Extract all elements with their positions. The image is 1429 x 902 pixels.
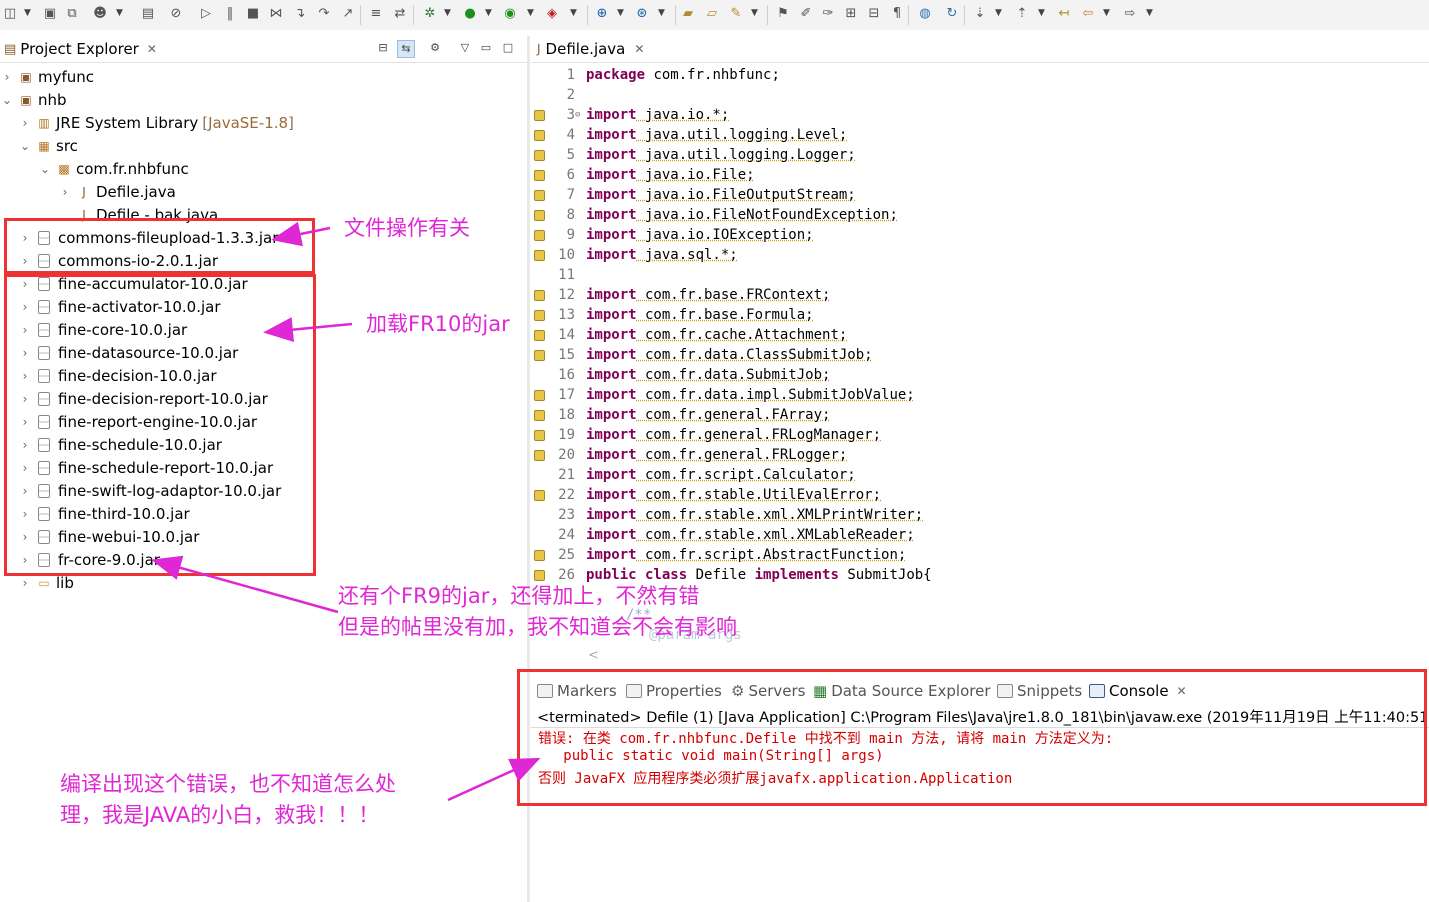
annotation-compile-line1: 编译出现这个错误，也不知道怎么处 (60, 772, 396, 796)
arrow-compile-error (447, 757, 541, 802)
arrow-file-ops (271, 221, 331, 247)
arrow-fr10-jar (263, 317, 353, 343)
annotation-fr9-line2: 但是的帖里没有加，我不知道会不会有影响 (338, 615, 737, 639)
annotation-arrows (151, 221, 541, 802)
annotation-fr10-jar: 加载FR10的jar (366, 312, 510, 336)
annotation-fr9-line1: 还有个FR9的jar，还得加上，不然有错 (338, 584, 700, 608)
arrow-fr9-jar (151, 555, 339, 614)
annotation-compile-line2: 理，我是JAVA的小白，救我！！！ (60, 803, 380, 827)
annotation-file-ops: 文件操作有关 (344, 216, 470, 240)
